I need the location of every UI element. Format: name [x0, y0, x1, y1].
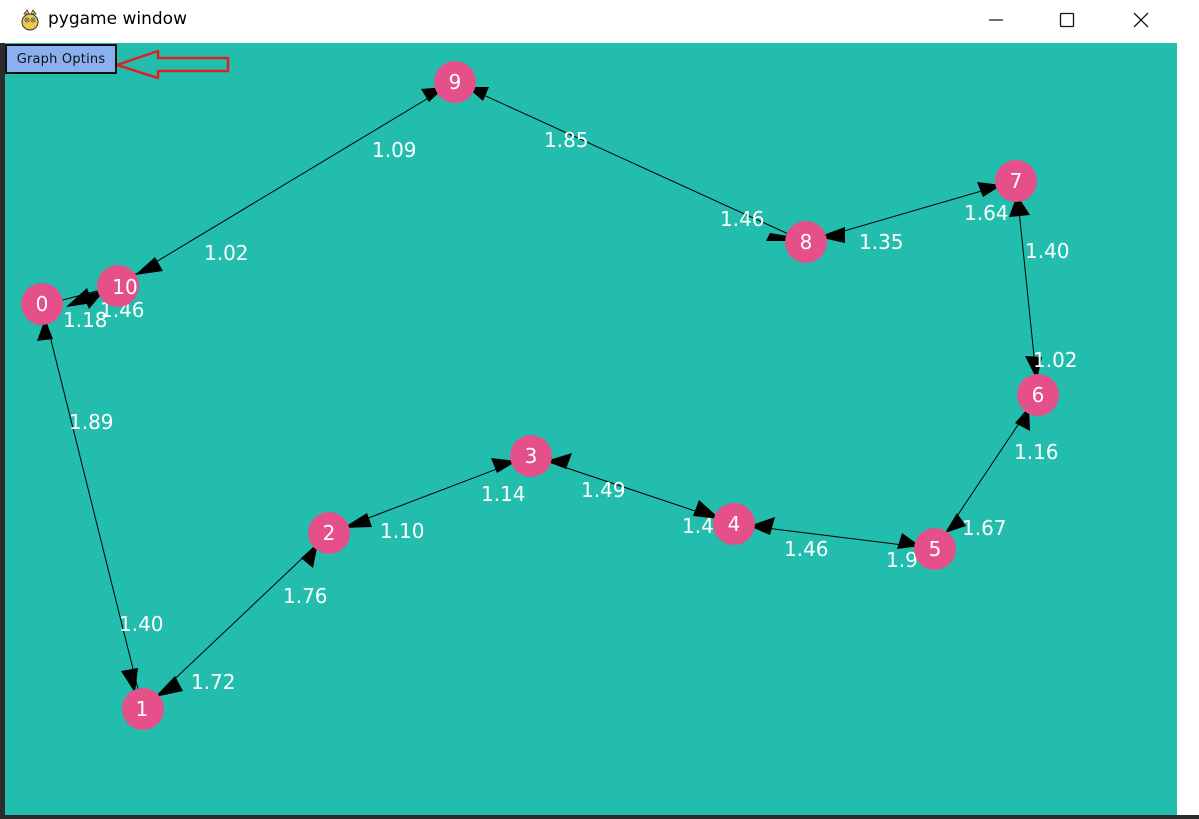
close-button[interactable]: [1110, 0, 1172, 40]
nodes-layer: 0 1 2 3 4 5 6 7 8 9 10: [21, 61, 1059, 730]
edge-weight-label: 1.02: [1033, 348, 1078, 372]
pygame-logo-icon: [21, 9, 39, 31]
graph-canvas[interactable]: 1.09 1.85 1.46 1.64 1.35 1.40 1.02 1.18 …: [5, 43, 1177, 815]
graph-node[interactable]: 4: [713, 503, 755, 545]
graph-options-button[interactable]: Graph Optins: [5, 44, 117, 74]
edge-weight-label: 1.49: [581, 478, 626, 502]
close-icon: [1133, 12, 1149, 28]
edge-weight-label: 1.02: [204, 241, 249, 265]
node-label: 9: [449, 70, 462, 94]
graph-node[interactable]: 3: [510, 435, 552, 477]
graph-edge: [115, 81, 456, 287]
edge-weight-label: 1.9: [886, 548, 918, 572]
window-border-right: [1177, 43, 1199, 819]
edge-weight-label: 1.10: [380, 519, 425, 543]
node-label: 7: [1010, 169, 1023, 193]
edge-weight-label: 1.35: [859, 230, 904, 254]
edge-weight-label: 1.72: [191, 670, 236, 694]
node-label: 8: [800, 230, 813, 254]
minimize-icon: [989, 19, 1003, 21]
node-label: 3: [525, 444, 538, 468]
edge-weight-label: 1.14: [481, 482, 526, 506]
node-label: 0: [36, 292, 49, 316]
title-bar: pygame window: [0, 0, 1199, 40]
node-label: 10: [112, 275, 137, 299]
edge-weight-label: 1.64: [964, 201, 1009, 225]
graph-node[interactable]: 10: [97, 265, 139, 307]
edge-weight-label: 1.67: [962, 516, 1007, 540]
maximize-button[interactable]: [1036, 0, 1098, 40]
edge-weight-label: 1.09: [372, 138, 417, 162]
edge-weight-label: 1.4: [682, 514, 714, 538]
red-arrow-icon: [115, 49, 230, 80]
node-label: 5: [929, 537, 942, 561]
edge-weight-label: 1.40: [119, 612, 164, 636]
graph-node[interactable]: 7: [995, 160, 1037, 202]
arrowheads-layer: [37, 87, 1042, 697]
graph-svg: 1.09 1.85 1.46 1.64 1.35 1.40 1.02 1.18 …: [21, 49, 1078, 730]
edges-layer: [41, 81, 1039, 710]
edge-weight-label: 1.46: [720, 207, 765, 231]
edge-weight-label: 1.89: [69, 410, 114, 434]
edge-weight-label: 1.40: [1025, 239, 1070, 263]
edge-arrowhead: [121, 668, 138, 693]
edge-weight-label: 1.46: [784, 537, 829, 561]
window-title: pygame window: [48, 9, 187, 29]
weights-layer: 1.09 1.85 1.46 1.64 1.35 1.40 1.02 1.18 …: [63, 128, 1078, 694]
graph-node[interactable]: 1: [122, 688, 164, 730]
edge-weight-label: 1.85: [544, 128, 589, 152]
graph-node[interactable]: 6: [1017, 374, 1059, 416]
maximize-icon: [1059, 12, 1075, 28]
graph-node[interactable]: 0: [21, 283, 63, 325]
edge-weight-label: 1.16: [1014, 440, 1059, 464]
node-label: 6: [1032, 383, 1045, 407]
minimize-button[interactable]: [965, 0, 1027, 40]
graph-node[interactable]: 9: [434, 61, 476, 103]
graph-node[interactable]: 8: [785, 221, 827, 263]
graph-node[interactable]: 5: [914, 528, 956, 570]
window-border-bottom: [0, 815, 1199, 819]
node-label: 1: [136, 697, 149, 721]
edge-weight-label: 1.76: [283, 584, 328, 608]
node-label: 2: [323, 521, 336, 545]
graph-node[interactable]: 2: [308, 512, 350, 554]
graph-edge: [41, 303, 144, 710]
node-label: 4: [728, 512, 741, 536]
edge-arrowhead: [155, 676, 183, 697]
